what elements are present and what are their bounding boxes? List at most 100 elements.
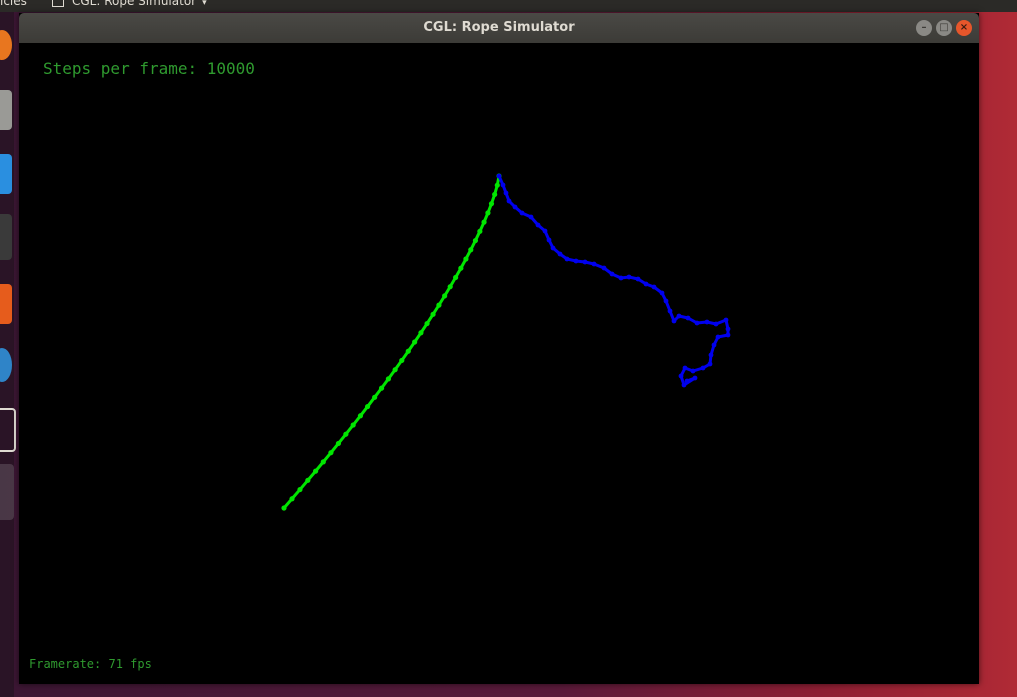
rope-node bbox=[707, 361, 713, 367]
rope-node bbox=[564, 256, 570, 262]
store-icon[interactable] bbox=[0, 284, 12, 324]
rope-node bbox=[700, 365, 706, 371]
green-rope bbox=[282, 175, 501, 509]
rope-node bbox=[472, 237, 479, 244]
software-icon[interactable] bbox=[0, 154, 12, 194]
green-rope-nodes bbox=[281, 173, 502, 511]
rope-node bbox=[704, 319, 710, 325]
steps-per-frame-label: Steps per frame: 10000 bbox=[43, 59, 255, 78]
rope-node bbox=[694, 320, 700, 326]
rope-drawing bbox=[281, 173, 731, 511]
rope-node bbox=[635, 276, 641, 282]
rope-node bbox=[458, 265, 464, 271]
rope-node bbox=[542, 228, 548, 234]
app-menu[interactable]: CGL: Rope Simulator ▾ bbox=[52, 0, 207, 9]
rope-node bbox=[506, 198, 512, 204]
rope-node bbox=[485, 210, 491, 216]
rope-node bbox=[676, 313, 682, 319]
rope-node bbox=[528, 214, 534, 220]
rope-node bbox=[436, 302, 442, 308]
rope-node bbox=[550, 245, 556, 251]
rope-node bbox=[682, 365, 688, 371]
rope-node bbox=[372, 394, 378, 400]
chevron-down-icon: ▾ bbox=[202, 0, 207, 8]
rope-node bbox=[350, 422, 356, 428]
rope-node bbox=[685, 315, 691, 321]
rope-node bbox=[626, 274, 632, 280]
rope-node bbox=[447, 284, 453, 290]
rope-node bbox=[418, 330, 424, 336]
browser-icon[interactable] bbox=[0, 348, 12, 382]
rope-node bbox=[519, 210, 525, 216]
rope-node bbox=[488, 201, 495, 207]
rope-node bbox=[405, 348, 411, 354]
rope-node bbox=[385, 376, 392, 382]
rope-node bbox=[582, 259, 588, 265]
simulation-canvas[interactable]: Steps per frame: 10000 Framerate: 71 fps bbox=[19, 43, 979, 684]
rope-node bbox=[453, 274, 459, 281]
window-icon[interactable] bbox=[0, 464, 14, 520]
minimize-button[interactable]: – bbox=[916, 20, 932, 36]
rope-node bbox=[297, 486, 303, 493]
rope-node bbox=[708, 352, 714, 358]
rope-node bbox=[281, 505, 287, 511]
rope-node bbox=[723, 317, 729, 323]
rope-node bbox=[492, 191, 498, 198]
rope-node bbox=[503, 190, 509, 196]
window-icon[interactable] bbox=[0, 408, 16, 452]
rope-node bbox=[289, 496, 295, 502]
window-title: CGL: Rope Simulator bbox=[423, 20, 575, 35]
rope-node bbox=[711, 342, 717, 348]
rope-node bbox=[477, 228, 483, 234]
rope-node bbox=[512, 204, 518, 210]
rope-node bbox=[392, 367, 398, 373]
rope-node bbox=[681, 382, 687, 388]
blue-rope bbox=[497, 175, 730, 387]
rope-node bbox=[692, 375, 698, 381]
rope-node bbox=[725, 326, 731, 332]
launcher bbox=[0, 12, 16, 697]
rope-node bbox=[591, 261, 597, 267]
rope-node bbox=[305, 477, 311, 483]
framerate-label: Framerate: 71 fps bbox=[29, 657, 152, 671]
rope-node bbox=[609, 271, 615, 277]
rope-node bbox=[328, 450, 334, 456]
title-bar[interactable]: CGL: Rope Simulator – □ × bbox=[19, 13, 979, 43]
rope-node bbox=[643, 281, 649, 287]
rope-node bbox=[463, 256, 469, 262]
rope-node bbox=[601, 265, 607, 271]
rope-node bbox=[535, 222, 541, 228]
rope-node bbox=[430, 311, 436, 317]
close-button[interactable]: × bbox=[956, 20, 972, 36]
rope-node bbox=[313, 468, 319, 474]
rope-node bbox=[667, 308, 673, 314]
rope-node bbox=[494, 182, 500, 188]
rope-node bbox=[364, 403, 371, 410]
rope-node bbox=[618, 275, 624, 281]
maximize-button[interactable]: □ bbox=[936, 20, 952, 36]
files-icon[interactable] bbox=[0, 90, 12, 130]
rope-node bbox=[713, 321, 719, 327]
rope-node bbox=[651, 284, 657, 290]
rope-node bbox=[557, 251, 563, 257]
rope-node bbox=[684, 378, 690, 384]
blue-rope-nodes bbox=[496, 173, 731, 388]
rope-node bbox=[320, 459, 326, 465]
terminal-icon[interactable] bbox=[0, 214, 12, 260]
rope-node bbox=[424, 320, 430, 327]
rope-node bbox=[378, 385, 385, 391]
rope-node bbox=[546, 237, 552, 243]
rope-node bbox=[500, 182, 506, 188]
rope-node bbox=[442, 293, 448, 299]
app-menu-label: CGL: Rope Simulator bbox=[72, 0, 197, 8]
rope-node bbox=[690, 368, 696, 374]
rope-node bbox=[659, 290, 665, 296]
rope-node bbox=[343, 431, 349, 437]
rope-node bbox=[573, 258, 579, 264]
top-panel: icles CGL: Rope Simulator ▾ bbox=[0, 0, 1017, 12]
firefox-icon[interactable] bbox=[0, 30, 12, 60]
app-window: CGL: Rope Simulator – □ × Steps per fram… bbox=[19, 13, 979, 684]
rope-node bbox=[715, 334, 721, 340]
rope-node bbox=[357, 413, 364, 419]
rope-node bbox=[663, 298, 669, 304]
